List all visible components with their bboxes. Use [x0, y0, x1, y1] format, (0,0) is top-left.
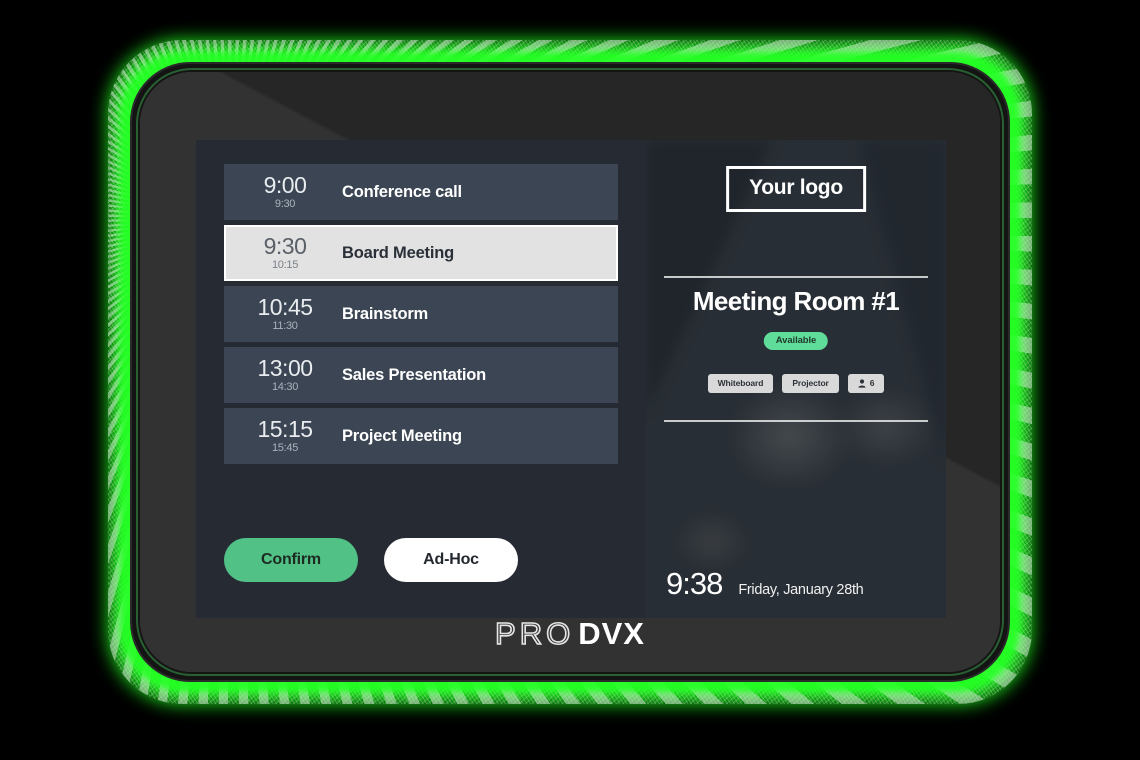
agenda-row-time: 13:00 14:30	[242, 357, 328, 393]
prodvx-tablet-device: 9:00 9:30 Conference call 9:30 10:15 Board Me…	[140, 72, 1000, 672]
agenda-row-title: Sales Presentation	[342, 365, 487, 384]
tablet-screen: 9:00 9:30 Conference call 9:30 10:15 Board Me…	[196, 140, 946, 618]
room-name-title: Meeting Room #1	[692, 286, 900, 316]
agenda-row-time: 15:15 15:45	[242, 418, 328, 454]
agenda-row-start-time: 13:00	[257, 355, 313, 381]
amenity-chip: Whiteboard	[707, 374, 774, 393]
agenda-row-title: Board Meeting	[342, 243, 454, 262]
action-buttons: Confirm Ad-Hoc	[224, 538, 518, 582]
amenity-chip-label: Projector	[792, 378, 829, 388]
agenda-row-start-time: 9:30	[263, 233, 307, 259]
brand-pro-text: PRO	[494, 615, 575, 652]
current-date: Friday, January 28th	[738, 582, 864, 598]
company-logo-placeholder: Your logo	[726, 166, 866, 212]
prodvx-brand-logo: PRO DVX	[140, 615, 1000, 652]
brand-dvx-text: DVX	[578, 616, 645, 651]
divider-bottom	[664, 420, 928, 422]
agenda-row-time: 10:45 11:30	[242, 296, 328, 332]
agenda-row-start-time: 15:15	[257, 416, 313, 442]
agenda-list: 9:00 9:30 Conference call 9:30 10:15 Board Me…	[224, 164, 618, 464]
agenda-row[interactable]: 13:00 14:30 Sales Presentation	[224, 347, 618, 403]
agenda-row-end-time: 10:15	[271, 259, 299, 271]
agenda-row-start-time: 10:45	[257, 294, 313, 320]
person-icon	[858, 378, 866, 388]
confirm-button[interactable]: Confirm	[224, 538, 358, 582]
adhoc-button[interactable]: Ad-Hoc	[384, 538, 518, 582]
screenshot-stage: 9:00 9:30 Conference call 9:30 10:15 Board Me…	[0, 0, 1140, 760]
agenda-row-end-time: 15:45	[271, 442, 299, 454]
amenity-chip: Projector	[782, 374, 839, 393]
room-status-badge: Available	[763, 332, 829, 350]
agenda-row[interactable]: 9:30 10:15 Board Meeting	[224, 225, 618, 281]
agenda-row-title: Project Meeting	[342, 426, 462, 445]
amenity-chips: Whiteboard Projector 6	[646, 374, 946, 393]
agenda-row-time: 9:30 10:15	[242, 235, 328, 271]
agenda-row-end-time: 9:30	[274, 198, 296, 210]
divider-top	[664, 276, 928, 278]
agenda-row[interactable]: 15:15 15:45 Project Meeting	[224, 408, 618, 464]
agenda-row-start-time: 9:00	[263, 172, 307, 198]
agenda-row-time: 9:00 9:30	[242, 174, 328, 210]
capacity-value: 6	[869, 378, 875, 388]
agenda-row-title: Brainstorm	[342, 304, 429, 323]
agenda-row[interactable]: 10:45 11:30 Brainstorm	[224, 286, 618, 342]
agenda-row-end-time: 14:30	[271, 381, 299, 393]
agenda-row-title: Conference call	[342, 182, 462, 201]
room-info-pane: Your logo Meeting Room #1 Available Whit…	[646, 140, 946, 618]
current-time: 9:38	[666, 566, 723, 601]
amenity-chip-label: Whiteboard	[717, 378, 764, 388]
agenda-row[interactable]: 9:00 9:30 Conference call	[224, 164, 618, 220]
agenda-pane: 9:00 9:30 Conference call 9:30 10:15 Board Me…	[196, 140, 646, 618]
capacity-chip: 6	[847, 374, 885, 393]
agenda-row-end-time: 11:30	[272, 320, 298, 332]
clock-area: 9:38 Friday, January 28th	[666, 566, 864, 602]
